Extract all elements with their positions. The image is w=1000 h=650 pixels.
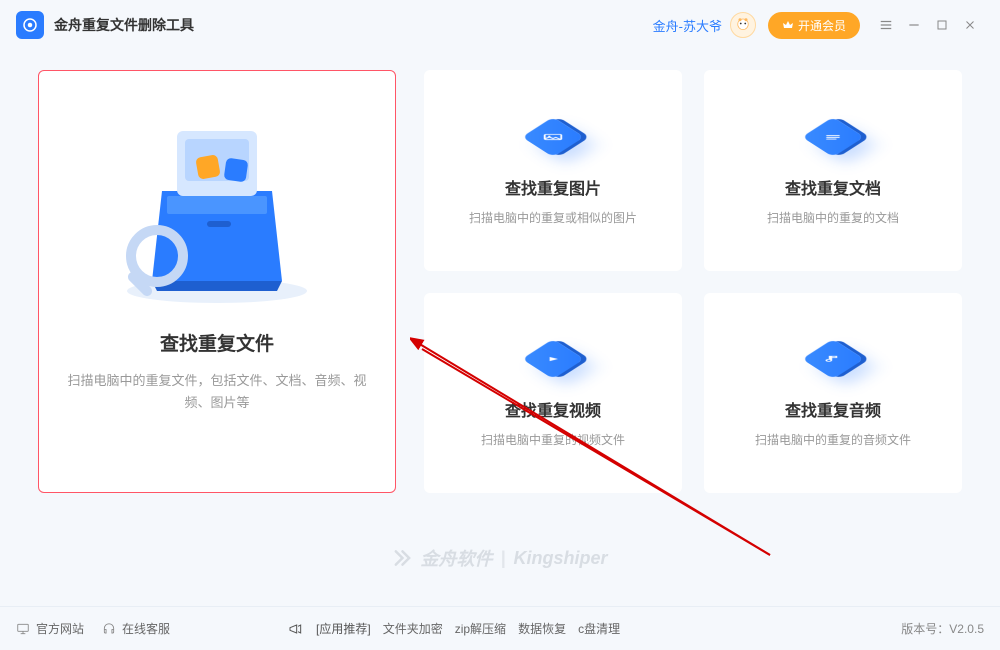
card-title: 查找重复文档 bbox=[785, 175, 881, 199]
card-find-duplicate-audio[interactable]: 查找重复音频 扫描电脑中的重复的音频文件 bbox=[704, 293, 962, 494]
card-title: 查找重复视频 bbox=[505, 397, 601, 421]
watermark: 金舟软件 | Kingshiper bbox=[392, 545, 607, 571]
main-card-desc: 扫描电脑中的重复文件，包括文件、文档、音频、视频、图片等 bbox=[63, 370, 371, 414]
user-name[interactable]: 金舟-苏大爷 bbox=[653, 16, 722, 35]
maximize-button[interactable] bbox=[928, 11, 956, 39]
video-icon bbox=[522, 339, 584, 379]
menu-button[interactable] bbox=[872, 11, 900, 39]
rec-link[interactable]: zip解压缩 bbox=[455, 620, 506, 637]
crown-icon bbox=[782, 19, 794, 31]
minimize-button[interactable] bbox=[900, 11, 928, 39]
card-find-duplicate-images[interactable]: 查找重复图片 扫描电脑中的重复或相似的图片 bbox=[424, 70, 682, 271]
card-desc: 扫描电脑中的重复的文档 bbox=[767, 209, 899, 226]
headset-icon bbox=[102, 622, 116, 636]
card-desc: 扫描电脑中重复的视频文件 bbox=[481, 431, 625, 448]
card-find-duplicate-files[interactable]: 查找重复文件 扫描电脑中的重复文件，包括文件、文档、音频、视频、图片等 bbox=[38, 70, 396, 493]
card-title: 查找重复图片 bbox=[505, 175, 601, 199]
main-card-title: 查找重复文件 bbox=[160, 329, 274, 356]
card-find-duplicate-videos[interactable]: 查找重复视频 扫描电脑中重复的视频文件 bbox=[424, 293, 682, 494]
vip-button[interactable]: 开通会员 bbox=[768, 12, 860, 39]
version-text: 版本号：V2.0.5 bbox=[901, 620, 984, 637]
official-site-link[interactable]: 官方网站 bbox=[16, 620, 84, 637]
card-desc: 扫描电脑中的重复的音频文件 bbox=[755, 431, 911, 448]
rec-label: [应用推荐] bbox=[316, 620, 371, 637]
app-title: 金舟重复文件删除工具 bbox=[54, 15, 194, 35]
vip-label: 开通会员 bbox=[798, 17, 846, 34]
document-icon bbox=[802, 117, 864, 157]
card-title: 查找重复音频 bbox=[785, 397, 881, 421]
rec-link[interactable]: c盘清理 bbox=[578, 620, 620, 637]
rec-link[interactable]: 文件夹加密 bbox=[383, 620, 443, 637]
close-button[interactable] bbox=[956, 11, 984, 39]
avatar[interactable] bbox=[730, 12, 756, 38]
audio-icon bbox=[802, 339, 864, 379]
file-box-illustration bbox=[107, 101, 327, 311]
app-logo bbox=[16, 11, 44, 39]
megaphone-icon bbox=[288, 621, 304, 637]
card-find-duplicate-docs[interactable]: 查找重复文档 扫描电脑中的重复的文档 bbox=[704, 70, 962, 271]
image-icon bbox=[522, 117, 584, 157]
monitor-icon bbox=[16, 622, 30, 636]
card-desc: 扫描电脑中的重复或相似的图片 bbox=[469, 209, 637, 226]
rec-link[interactable]: 数据恢复 bbox=[518, 620, 566, 637]
support-link[interactable]: 在线客服 bbox=[102, 620, 170, 637]
